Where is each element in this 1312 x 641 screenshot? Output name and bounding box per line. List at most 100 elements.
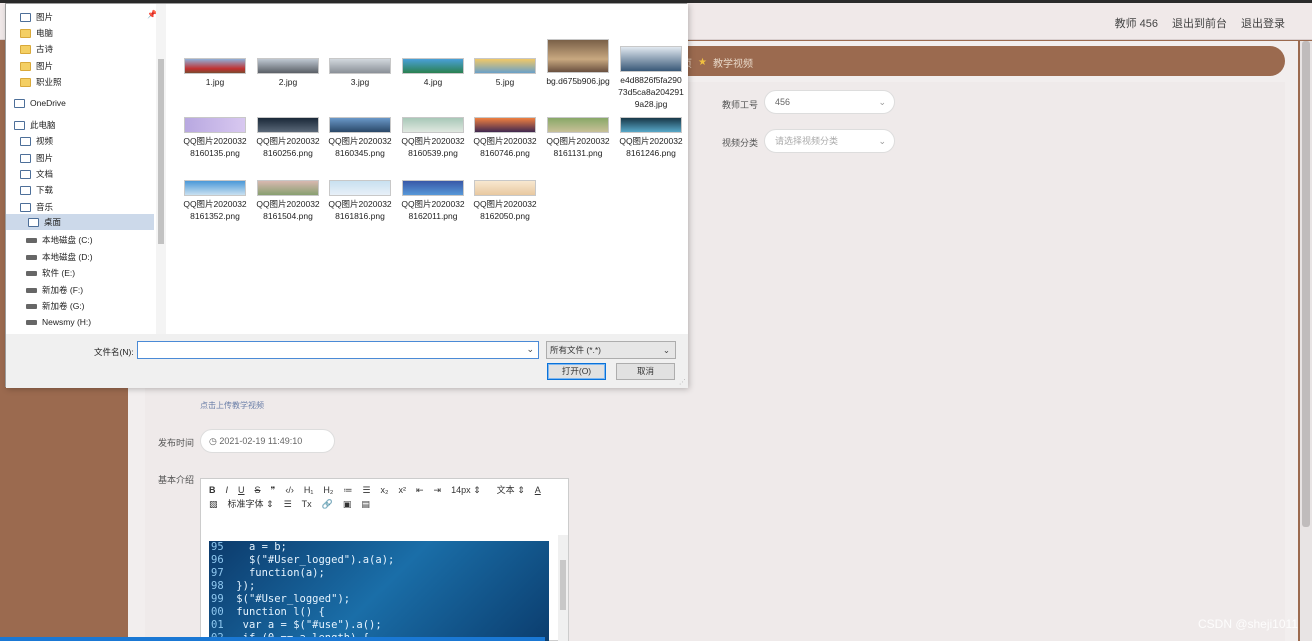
bullet-list-icon[interactable]: ☰ bbox=[362, 483, 370, 497]
nav-item[interactable]: 本地磁盘 (C:) bbox=[26, 232, 93, 248]
subscript-icon[interactable]: x₂ bbox=[381, 483, 389, 497]
back-to-front-link[interactable]: 退出到前台 bbox=[1172, 15, 1227, 31]
nav-item[interactable]: 新加卷 (G:) bbox=[26, 298, 85, 314]
logout-link[interactable]: 退出登录 bbox=[1241, 15, 1285, 31]
nav-item[interactable]: 此电脑 bbox=[14, 117, 56, 133]
clear-format-icon[interactable]: Tx bbox=[302, 497, 312, 511]
nav-item-label: OneDrive bbox=[30, 98, 66, 108]
strike-icon[interactable]: S bbox=[255, 483, 261, 497]
font-select[interactable]: 标准字体 ⇕ bbox=[228, 497, 274, 511]
file-tile[interactable]: 3.jpg bbox=[327, 58, 393, 88]
video-icon[interactable]: ▤ bbox=[361, 497, 370, 511]
h1-icon[interactable]: H₁ bbox=[304, 483, 314, 497]
file-tile[interactable]: 5.jpg bbox=[472, 58, 538, 88]
chevron-down-icon: ⌄ bbox=[878, 136, 886, 146]
file-thumbnail bbox=[184, 117, 246, 133]
resize-grip-icon[interactable]: ⋰ bbox=[679, 378, 686, 386]
superscript-icon[interactable]: x² bbox=[399, 483, 407, 497]
cancel-button[interactable]: 取消 bbox=[616, 363, 675, 380]
code-line: 96 $("#User_logged").a(a); bbox=[211, 554, 395, 566]
nav-item[interactable]: 职业照 bbox=[20, 74, 62, 90]
font-color-icon[interactable]: A bbox=[535, 483, 541, 497]
file-thumbnail bbox=[257, 180, 319, 196]
file-name: QQ图片20200328160135.png bbox=[183, 136, 247, 158]
nav-item[interactable]: 文档 bbox=[20, 166, 53, 182]
file-tile[interactable]: QQ图片20200328160256.png bbox=[255, 117, 321, 159]
teacher-no-select[interactable]: 456 ⌄ bbox=[764, 90, 895, 114]
nav-item[interactable]: 本地磁盘 (D:) bbox=[26, 249, 93, 265]
file-tile[interactable]: QQ图片20200328162050.png bbox=[472, 180, 538, 222]
nav-item[interactable]: 下载 bbox=[20, 182, 53, 198]
file-tile[interactable]: QQ图片20200328161131.png bbox=[545, 117, 611, 159]
file-thumbnail bbox=[329, 180, 391, 196]
documents-icon bbox=[20, 169, 31, 179]
intro-label: 基本介绍 bbox=[158, 475, 195, 485]
align-icon[interactable]: ☰ bbox=[284, 497, 292, 511]
file-tile[interactable]: QQ图片20200328161504.png bbox=[255, 180, 321, 222]
nav-item[interactable]: 软件 (E:) bbox=[26, 265, 75, 281]
h2-icon[interactable]: H₂ bbox=[323, 483, 333, 497]
publish-time-label: 发布时间 bbox=[158, 438, 195, 448]
teacher-label: 教师 456 bbox=[1114, 18, 1158, 30]
nav-item[interactable]: 古诗 bbox=[20, 41, 53, 57]
quote-icon[interactable]: ❞ bbox=[271, 483, 276, 497]
drive-icon bbox=[26, 237, 37, 243]
ordered-list-icon[interactable]: ≔ bbox=[343, 483, 352, 497]
link-icon[interactable]: 🔗 bbox=[322, 497, 333, 511]
outdent-icon[interactable]: ⇤ bbox=[416, 483, 424, 497]
file-tile[interactable]: QQ图片20200328160746.png bbox=[472, 117, 538, 159]
nav-item[interactable]: 音乐 bbox=[20, 199, 53, 215]
bold-icon[interactable]: B bbox=[209, 483, 216, 497]
filename-input[interactable]: ⌄ bbox=[137, 341, 539, 359]
drive-icon bbox=[26, 254, 37, 260]
file-tile[interactable]: QQ图片20200328161246.png bbox=[618, 117, 684, 159]
code-line: 98 }); bbox=[211, 580, 256, 592]
file-name: QQ图片20200328161246.png bbox=[619, 136, 683, 158]
code-line: 97 function(a); bbox=[211, 567, 325, 579]
underline-icon[interactable]: U bbox=[238, 483, 245, 497]
nav-item[interactable]: 图片 bbox=[20, 150, 53, 166]
file-tile[interactable]: 2.jpg bbox=[255, 58, 321, 88]
page-scrollbar[interactable] bbox=[1300, 41, 1312, 641]
file-tile[interactable]: QQ图片20200328160135.png bbox=[182, 117, 248, 159]
nav-item[interactable]: OneDrive bbox=[14, 95, 66, 111]
code-line: 99 $("#User_logged"); bbox=[211, 593, 351, 605]
nav-item[interactable]: 新加卷 (F:) bbox=[26, 282, 83, 298]
code-icon[interactable]: ‹/› bbox=[285, 483, 294, 497]
nav-item[interactable]: Newsmy (H:) bbox=[26, 314, 91, 330]
nav-item[interactable]: 桌面 bbox=[6, 214, 154, 230]
open-button[interactable]: 打开(O) bbox=[547, 363, 606, 380]
editor-scrollbar[interactable] bbox=[558, 535, 568, 641]
filetype-select[interactable]: 所有文件 (*.*) ⌄ bbox=[546, 341, 676, 359]
indent-icon[interactable]: ⇥ bbox=[434, 483, 442, 497]
nav-item[interactable]: 电脑 bbox=[20, 25, 53, 41]
size-select[interactable]: 14px ⇕ bbox=[451, 483, 481, 497]
file-tile[interactable]: 1.jpg bbox=[182, 58, 248, 88]
nav-item[interactable]: 图片 bbox=[20, 58, 53, 74]
file-tile[interactable]: QQ图片20200328160539.png bbox=[400, 117, 466, 159]
publish-time-input[interactable]: ◷ 2021-02-19 11:49:10 bbox=[200, 429, 335, 453]
nav-item[interactable]: 图片 bbox=[20, 9, 53, 25]
italic-icon[interactable]: I bbox=[226, 483, 229, 497]
nav-item-label: 新加卷 (F:) bbox=[42, 285, 84, 295]
file-tile[interactable]: QQ图片20200328161816.png bbox=[327, 180, 393, 222]
category-select[interactable]: 请选择视频分类 ⌄ bbox=[764, 129, 895, 153]
editor-toolbar: B I U S ❞ ‹/› H₁ H₂ ≔ ☰ x₂ x² ⇤ ⇥ 14px ⇕… bbox=[201, 479, 561, 515]
background-color-icon[interactable]: ▧ bbox=[209, 497, 218, 511]
chevron-down-icon[interactable]: ⌄ bbox=[526, 344, 534, 355]
file-tile[interactable]: bg.d675b906.jpg bbox=[545, 39, 611, 87]
file-tile[interactable]: e4d8826f5fa29073d5ca8a2042919a28.jpg bbox=[618, 46, 684, 110]
file-tile[interactable]: 4.jpg bbox=[400, 58, 466, 88]
rich-text-editor[interactable]: B I U S ❞ ‹/› H₁ H₂ ≔ ☰ x₂ x² ⇤ ⇥ 14px ⇕… bbox=[200, 478, 569, 641]
upload-hint[interactable]: 点击上传教学视频 bbox=[200, 400, 264, 411]
file-tile[interactable]: QQ图片20200328160345.png bbox=[327, 117, 393, 159]
file-tile[interactable]: QQ图片20200328161352.png bbox=[182, 180, 248, 222]
nav-scrollbar[interactable] bbox=[156, 4, 166, 334]
file-open-dialog[interactable]: 📌 图片 电脑 古诗 图片 职业照 OneDrive 此电脑 视频 图片 文档 下载 音乐 桌面 本地磁盘… bbox=[5, 3, 688, 388]
paragraph-select[interactable]: 文本 ⇕ bbox=[497, 483, 525, 497]
folder-icon bbox=[20, 28, 31, 38]
nav-item[interactable]: 视频 bbox=[20, 133, 53, 149]
file-tile[interactable]: QQ图片20200328162011.png bbox=[400, 180, 466, 222]
image-icon[interactable]: ▣ bbox=[343, 497, 352, 511]
publish-time-value: 2021-02-19 11:49:10 bbox=[219, 436, 303, 446]
